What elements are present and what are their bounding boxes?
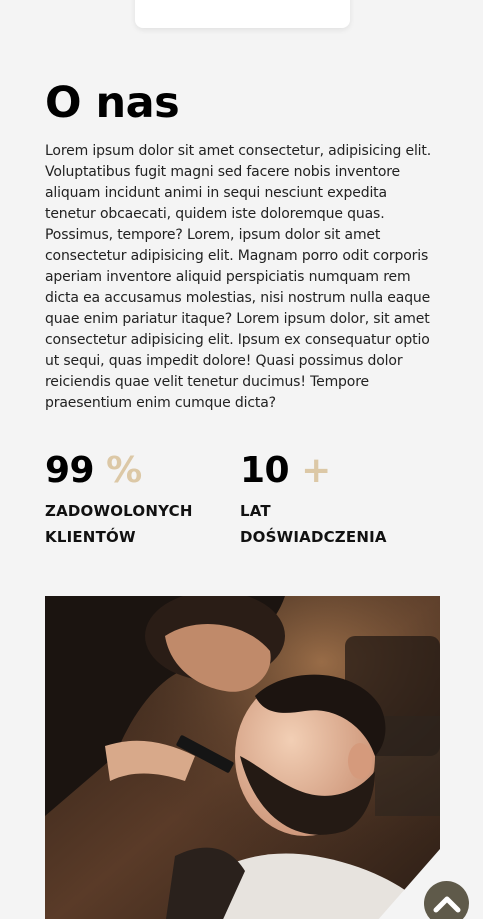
chevron-up-icon [433, 896, 460, 912]
about-paragraph: Lorem ipsum dolor sit amet consectetur, … [45, 143, 432, 411]
stat-number: 99 % [45, 448, 193, 494]
scroll-to-top-button[interactable] [424, 881, 469, 919]
stat-value: 10 [240, 450, 290, 491]
about-title: O nas [45, 78, 180, 128]
stat-satisfied-clients: 99 % ZADOWOLONYCH KLIENTÓW [45, 448, 193, 550]
stat-label-line: ZADOWOLONYCH [45, 502, 193, 520]
stat-label-line: KLIENTÓW [45, 528, 136, 546]
stat-value: 99 [45, 450, 95, 491]
stat-label-line: DOŚWIADCZENIA [240, 528, 387, 546]
stat-suffix: % [106, 450, 142, 491]
stat-label: LAT DOŚWIADCZENIA [240, 498, 387, 550]
stat-suffix: + [301, 450, 331, 491]
top-card [135, 0, 350, 28]
page: O nas Lorem ipsum dolor sit amet consect… [0, 0, 483, 919]
stat-label: ZADOWOLONYCH KLIENTÓW [45, 498, 193, 550]
stat-label-line: LAT [240, 502, 271, 520]
stat-number: 10 + [240, 448, 387, 494]
stat-years-experience: 10 + LAT DOŚWIADCZENIA [240, 448, 387, 550]
